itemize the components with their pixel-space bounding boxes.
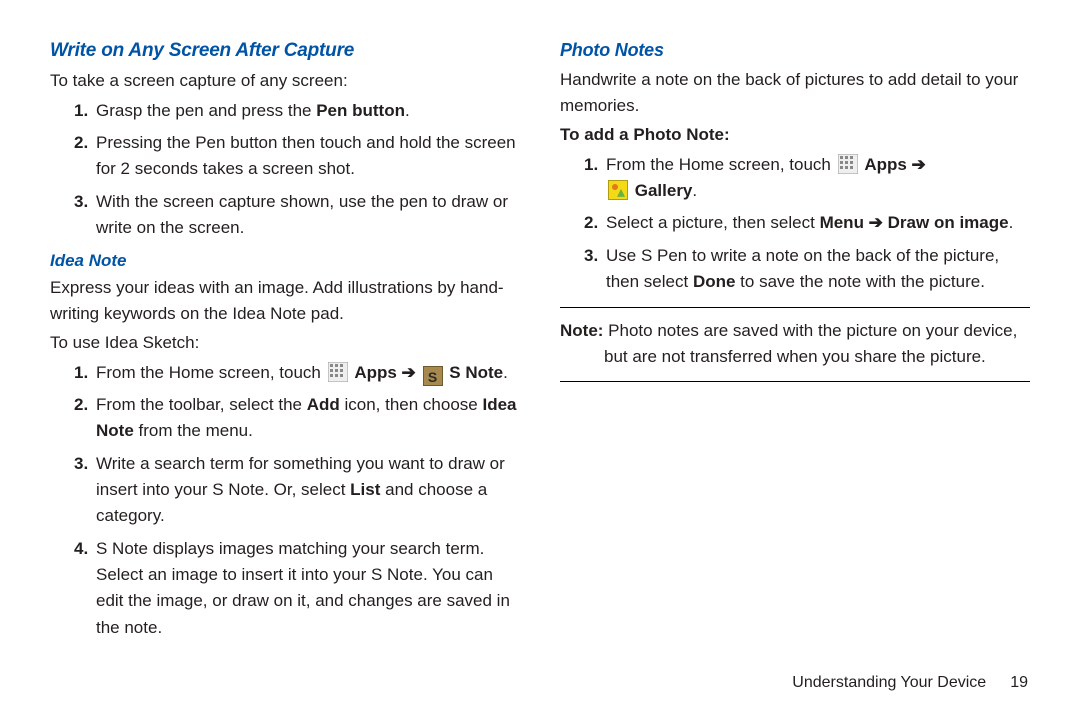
bold-apps: Apps — [354, 363, 397, 382]
step-2: 2. Pressing the Pen button then touch an… — [74, 130, 520, 183]
note-text: Photo notes are saved with the picture o… — [603, 321, 1017, 366]
footer-page-number: 19 — [1010, 674, 1028, 691]
bold-add: Add — [307, 395, 340, 414]
heading-photo-notes: Photo Notes — [560, 40, 1030, 61]
step-text-pre: Select a picture, then select — [606, 213, 820, 232]
bold-s-note: S Note — [449, 363, 503, 382]
right-column: Photo Notes Handwrite a note on the back… — [560, 40, 1030, 660]
step-text: With the screen capture shown, use the p… — [96, 192, 508, 237]
step-4: 4. S Note displays images matching your … — [74, 536, 520, 641]
photo-note-leadin: To add a Photo Note: — [560, 122, 1030, 148]
step-3: 3. With the screen capture shown, use th… — [74, 189, 520, 242]
bold-done: Done — [693, 272, 736, 291]
step-text-pre: From the Home screen, touch — [96, 363, 326, 382]
step-1: 1. Grasp the pen and press the Pen butto… — [74, 98, 520, 124]
step-text-pre: From the toolbar, select the — [96, 395, 307, 414]
step-2: 2. Select a picture, then select Menu ➔ … — [584, 210, 1030, 236]
s-note-icon: S — [423, 366, 443, 386]
apps-icon — [838, 154, 858, 174]
arrow-icon: ➔ — [397, 363, 421, 382]
step-text: S Note displays images matching your sea… — [96, 539, 510, 637]
photo-notes-description: Handwrite a note on the back of pictures… — [560, 67, 1030, 118]
heading-write-on-any-screen: Write on Any Screen After Capture — [50, 40, 520, 62]
step-text-post: . — [503, 363, 508, 382]
note-label: Note: — [560, 321, 603, 340]
step-3: 3. Write a search term for something you… — [74, 451, 520, 530]
bold-menu: Menu — [820, 213, 864, 232]
page-footer: Understanding Your Device 19 — [792, 674, 1028, 692]
step-text-pre: From the Home screen, touch — [606, 155, 836, 174]
step-2: 2. From the toolbar, select the Add icon… — [74, 392, 520, 445]
idea-sketch-leadin: To use Idea Sketch: — [50, 330, 520, 356]
divider-rule — [560, 307, 1030, 308]
bold-draw-on-image: Draw on image — [888, 213, 1009, 232]
steps-screen-capture: 1. Grasp the pen and press the Pen butto… — [50, 98, 520, 242]
gallery-icon — [608, 180, 628, 200]
left-column: Write on Any Screen After Capture To tak… — [50, 40, 520, 660]
steps-idea-sketch: 1. From the Home screen, touch Apps ➔ S … — [50, 360, 520, 641]
note-block: Note: Photo notes are saved with the pic… — [560, 318, 1030, 369]
step-text-post: . — [405, 101, 410, 120]
footer-chapter: Understanding Your Device — [792, 674, 986, 691]
bold-gallery: Gallery — [635, 181, 693, 200]
step-text-post: to save the note with the picture. — [735, 272, 984, 291]
bold-apps: Apps — [864, 155, 907, 174]
step-text: Pressing the Pen button then touch and h… — [96, 133, 516, 178]
step-text-mid: icon, then choose — [340, 395, 483, 414]
apps-icon — [328, 362, 348, 382]
step-text-post: from the menu. — [134, 421, 253, 440]
page-columns: Write on Any Screen After Capture To tak… — [50, 40, 1030, 660]
step-text-post: . — [692, 181, 697, 200]
intro-write-on-any-screen: To take a screen capture of any screen: — [50, 68, 520, 94]
step-1: 1. From the Home screen, touch Apps ➔ Ga… — [584, 152, 1030, 205]
idea-note-description: Express your ideas with an image. Add il… — [50, 275, 520, 326]
arrow-icon: ➔ — [907, 155, 926, 174]
step-text: Grasp the pen and press the — [96, 101, 316, 120]
heading-idea-note: Idea Note — [50, 251, 520, 271]
step-text-post: . — [1009, 213, 1014, 232]
steps-photo-note: 1. From the Home screen, touch Apps ➔ Ga… — [560, 152, 1030, 296]
step-1: 1. From the Home screen, touch Apps ➔ S … — [74, 360, 520, 386]
bold-list: List — [350, 480, 380, 499]
bold-pen-button: Pen button — [316, 101, 405, 120]
divider-rule — [560, 381, 1030, 382]
arrow-icon: ➔ — [864, 213, 888, 232]
step-3: 3. Use S Pen to write a note on the back… — [584, 243, 1030, 296]
